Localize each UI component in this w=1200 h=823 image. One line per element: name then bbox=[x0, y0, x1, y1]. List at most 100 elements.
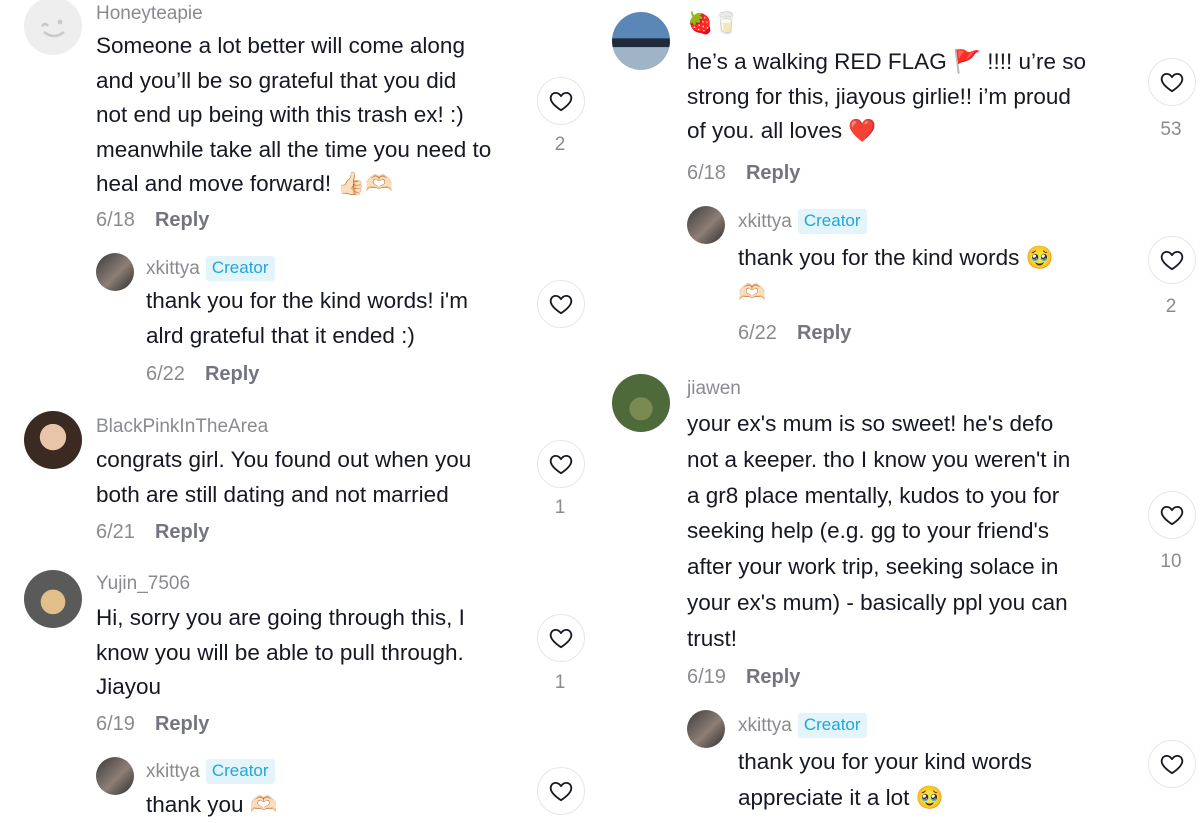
avatar-user[interactable] bbox=[612, 374, 670, 432]
comment-line: after your work trip, seeking solace in bbox=[687, 554, 1059, 580]
reply-username-text: xkittya bbox=[146, 258, 200, 279]
like-button[interactable] bbox=[537, 280, 585, 328]
comment-line: your ex's mum) - basically ppl you can bbox=[687, 589, 1068, 615]
reply-date: 6/22 bbox=[146, 363, 185, 385]
reply-line: thank you for your kind words bbox=[738, 749, 1032, 774]
reply-meta: 6/22 Reply bbox=[146, 363, 259, 386]
comment-meta: 6/19 Reply bbox=[96, 713, 209, 736]
comment-line: trust! bbox=[687, 625, 738, 651]
heart-outline-icon bbox=[1160, 754, 1184, 775]
comment-line: of you. all loves ❤️ bbox=[687, 118, 877, 143]
comment-line: heal and move forward! 👍🏻🫶🏻 bbox=[96, 171, 394, 196]
reply-line: appreciate it a lot 🥹 bbox=[738, 784, 944, 810]
reply-text: thank you 🫶🏻 bbox=[146, 788, 278, 823]
comment-line: he’s a walking RED FLAG 🚩 !!!! u’re so bbox=[687, 49, 1087, 74]
comment-date: 6/21 bbox=[96, 521, 135, 543]
comment-line: congrats girl. You found out when you bbox=[96, 447, 472, 472]
reply-line: thank you for the kind words! i'm bbox=[146, 288, 468, 313]
like-button[interactable] bbox=[1148, 740, 1196, 788]
reply-button[interactable]: Reply bbox=[746, 666, 800, 688]
comment-username[interactable]: Yujin_7506 bbox=[96, 573, 190, 595]
like-button[interactable] bbox=[537, 614, 585, 662]
like-button[interactable] bbox=[1148, 236, 1196, 284]
heart-outline-icon bbox=[549, 781, 573, 802]
avatar-creator[interactable] bbox=[96, 757, 134, 795]
comment-username[interactable]: Honeyteapie bbox=[96, 3, 203, 25]
comment-date: 6/18 bbox=[687, 162, 726, 184]
comment-text: he’s a walking RED FLAG 🚩 !!!! u’re so s… bbox=[687, 45, 1086, 149]
like-count: 2 bbox=[554, 134, 566, 155]
comment-line: not a keeper. tho I know you weren't in bbox=[687, 446, 1071, 472]
avatar-creator[interactable] bbox=[687, 206, 725, 244]
creator-badge: Creator bbox=[797, 209, 867, 234]
reply-username[interactable]: xkittya Creator bbox=[738, 209, 867, 234]
like-count: 1 bbox=[554, 497, 566, 518]
reply-username-text: xkittya bbox=[146, 761, 200, 782]
reply-button[interactable]: Reply bbox=[155, 713, 209, 735]
heart-outline-icon bbox=[1160, 72, 1184, 93]
comment-line: both are still dating and not married bbox=[96, 481, 449, 507]
like-button[interactable] bbox=[1148, 58, 1196, 106]
reply-username[interactable]: xkittya Creator bbox=[738, 713, 867, 738]
avatar-creator[interactable] bbox=[687, 710, 725, 748]
default-avatar-icon bbox=[24, 0, 82, 55]
comment-username[interactable]: 🍓🥛 bbox=[687, 12, 739, 36]
avatar-user[interactable] bbox=[24, 411, 82, 469]
like-button[interactable] bbox=[537, 77, 585, 125]
reply-button[interactable]: Reply bbox=[155, 209, 209, 231]
reply-text: thank you for your kind words appreciate… bbox=[738, 744, 1032, 815]
reply-line: 🫶🏻 bbox=[738, 279, 767, 305]
reply-button[interactable]: Reply bbox=[797, 322, 851, 344]
reply-button[interactable]: Reply bbox=[205, 363, 259, 385]
comment-line: know you will be able to pull through. bbox=[96, 639, 464, 665]
comment-line: not end up being with this trash ex! :) bbox=[96, 102, 464, 127]
heart-outline-icon bbox=[549, 454, 573, 475]
comment-text: Hi, sorry you are going through this, I … bbox=[96, 601, 465, 705]
reply-username-text: xkittya bbox=[738, 715, 792, 736]
right-column: 🍓🥛 he’s a walking RED FLAG 🚩 !!!! u’re s… bbox=[600, 0, 1200, 823]
comment-username[interactable]: BlackPinkInTheArea bbox=[96, 416, 268, 438]
heart-outline-icon bbox=[549, 91, 573, 112]
avatar-user[interactable] bbox=[612, 12, 670, 70]
avatar-user[interactable] bbox=[24, 570, 82, 628]
reply-line: alrd grateful that it ended :) bbox=[146, 322, 415, 348]
creator-badge: Creator bbox=[797, 713, 867, 738]
reply-username[interactable]: xkittya Creator bbox=[146, 256, 275, 281]
comment-line: strong for this, jiayous girlie!! i’m pr… bbox=[687, 83, 1071, 109]
avatar-default[interactable] bbox=[24, 0, 82, 55]
like-button[interactable] bbox=[1148, 491, 1196, 539]
like-button[interactable] bbox=[537, 440, 585, 488]
reply-username-text: xkittya bbox=[738, 211, 792, 232]
reply-date: 6/22 bbox=[738, 322, 777, 344]
comment-line: your ex's mum is so sweet! he's defo bbox=[687, 411, 1054, 436]
comment-line: Jiayou bbox=[96, 674, 162, 699]
like-count: 53 bbox=[1160, 119, 1182, 140]
reply-button[interactable]: Reply bbox=[155, 521, 209, 543]
reply-username[interactable]: xkittya Creator bbox=[146, 759, 275, 784]
avatar-creator[interactable] bbox=[96, 253, 134, 291]
comment-meta: 6/21 Reply bbox=[96, 521, 209, 544]
creator-badge: Creator bbox=[205, 256, 275, 281]
comment-line: Someone a lot better will come along bbox=[96, 33, 465, 58]
like-button[interactable] bbox=[537, 767, 585, 815]
comment-line: and you’ll be so grateful that you did bbox=[96, 67, 457, 93]
reply-text: thank you for the kind words 🥹 🫶🏻 bbox=[738, 241, 1054, 310]
like-count: 1 bbox=[554, 672, 566, 693]
creator-badge: Creator bbox=[205, 759, 275, 784]
reply-button[interactable]: Reply bbox=[746, 162, 800, 184]
comment-text: congrats girl. You found out when you bo… bbox=[96, 443, 471, 512]
heart-outline-icon bbox=[549, 294, 573, 315]
like-count: 10 bbox=[1160, 551, 1182, 572]
comment-date: 6/18 bbox=[96, 209, 135, 231]
like-count: 2 bbox=[1165, 296, 1177, 317]
comment-meta: 6/19 Reply bbox=[687, 666, 800, 689]
comment-username[interactable]: jiawen bbox=[687, 378, 741, 400]
comment-text: Someone a lot better will come along and… bbox=[96, 29, 491, 202]
left-column: Honeyteapie Someone a lot better will co… bbox=[0, 0, 600, 823]
heart-outline-icon bbox=[1160, 250, 1184, 271]
reply-line: thank you 🫶🏻 bbox=[146, 792, 278, 817]
reply-line: thank you for the kind words 🥹 bbox=[738, 245, 1054, 270]
comment-text: your ex's mum is so sweet! he's defo not… bbox=[687, 406, 1070, 657]
comment-meta: 6/18 Reply bbox=[96, 209, 209, 232]
comment-date: 6/19 bbox=[96, 713, 135, 735]
